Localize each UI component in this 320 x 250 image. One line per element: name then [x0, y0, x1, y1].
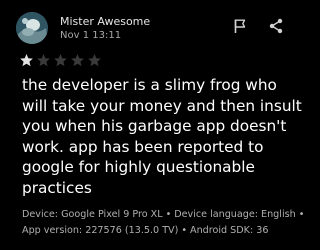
star-empty-icon	[54, 53, 67, 67]
separator: •	[181, 225, 188, 236]
review-text: the developer is a slimy frog who will t…	[22, 76, 302, 197]
avatar-photo-icon[interactable]	[16, 12, 48, 44]
star-rating	[19, 53, 102, 69]
star-empty-icon	[88, 53, 101, 67]
review-date: Nov 1 13:11	[60, 30, 122, 41]
device-language: Device language: English	[174, 209, 296, 220]
flag-icon[interactable]	[228, 14, 252, 38]
star-empty-icon	[37, 53, 50, 67]
star-empty-icon	[71, 53, 84, 67]
separator: •	[298, 209, 305, 220]
android-sdk: Android SDK: 36	[190, 225, 269, 236]
separator: •	[165, 209, 172, 220]
review-header: Mister Awesome Nov 1 13:11	[0, 0, 308, 52]
device-info: Device: Google Pixel 9 Pro XL • Device lan…	[22, 207, 306, 239]
star-filled-icon	[20, 53, 33, 67]
device-info-line-2: App version: 227576 (13.5.0 TV) • Android …	[22, 223, 306, 239]
device-info-line-1: Device: Google Pixel 9 Pro XL • Device lan…	[22, 207, 306, 223]
device-name: Device: Google Pixel 9 Pro XL	[22, 209, 163, 220]
share-icon[interactable]	[264, 14, 288, 38]
app-version: App version: 227576 (13.5.0 TV)	[22, 225, 179, 236]
reviewer-name: Mister Awesome	[60, 15, 151, 28]
